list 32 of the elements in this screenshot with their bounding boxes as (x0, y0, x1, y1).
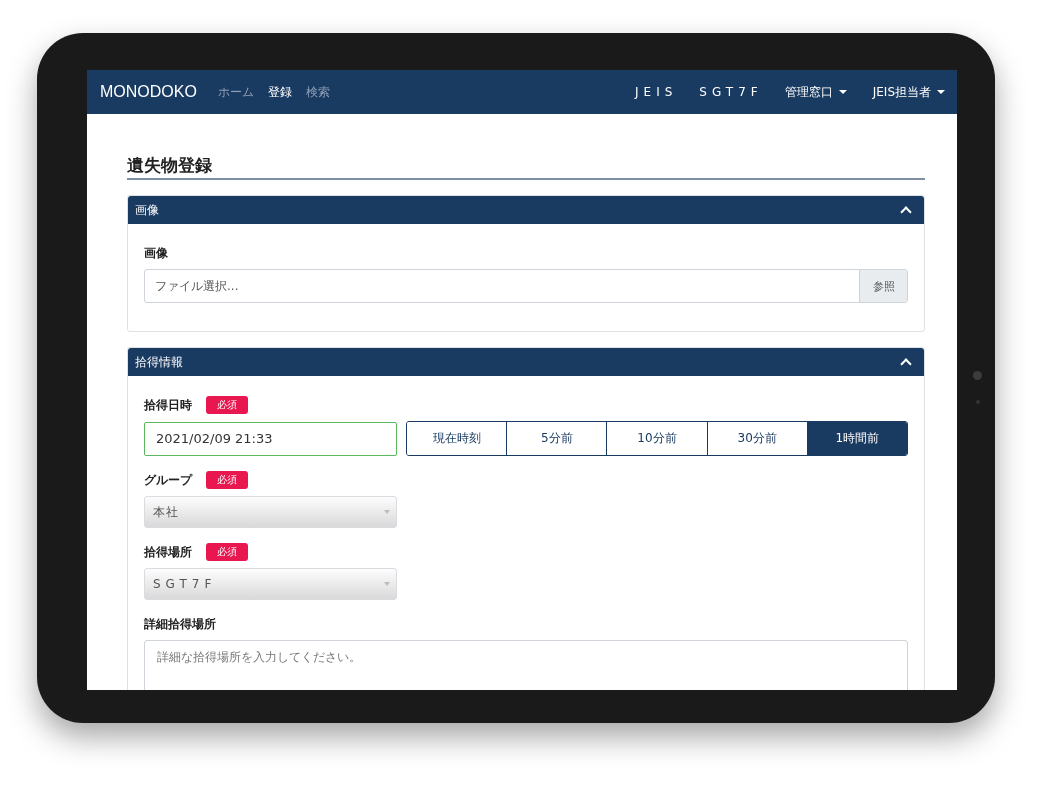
time-preset-button[interactable]: 1時間前 (806, 422, 907, 455)
dropdown-toggle[interactable]: 管理窓口 (784, 83, 847, 101)
browse-button[interactable]: 参照 (859, 270, 907, 302)
panel-title: 画像 (135, 201, 159, 219)
datetime-field[interactable]: 2021/02/09 21:33 (144, 421, 397, 456)
field-label: 詳細拾得場所 (144, 615, 216, 633)
required-badge: 必須 (206, 543, 248, 561)
nav-link[interactable]: ホーム (217, 83, 254, 101)
select-field[interactable]: SGT7F (144, 568, 397, 600)
select-field[interactable]: 本社 (144, 496, 397, 528)
required-badge: 必須 (206, 396, 248, 414)
nav-link[interactable]: 登録 (267, 83, 292, 101)
file-field[interactable]: ファイル選択... 参照 (144, 269, 908, 303)
camera-icon (973, 371, 982, 380)
brand-link[interactable]: MONODOKO (100, 83, 197, 101)
dropdown-toggle[interactable]: JEIS担当者 (872, 83, 945, 101)
file-placeholder: ファイル選択... (154, 277, 240, 295)
field-label: 画像 (144, 244, 168, 262)
field-label: グループ (144, 471, 192, 489)
caret-icon (384, 582, 390, 586)
field-label: 拾得日時 (144, 396, 192, 414)
panel-header[interactable]: 拾得情報 (128, 348, 924, 376)
nav-text: JEIS (635, 85, 678, 99)
caret-icon (384, 510, 390, 514)
panel-title: 拾得情報 (135, 353, 183, 371)
nav-link[interactable]: 検索 (305, 83, 330, 101)
panel-header[interactable]: 画像 (128, 196, 924, 224)
textarea-field[interactable]: 詳細な拾得場所を入力してください。 (144, 640, 908, 690)
field-label: 拾得場所 (144, 543, 192, 561)
required-badge: 必須 (206, 471, 248, 489)
nav-text: SGT7F (699, 85, 763, 99)
page-title: 遺失物登録 (127, 154, 925, 180)
